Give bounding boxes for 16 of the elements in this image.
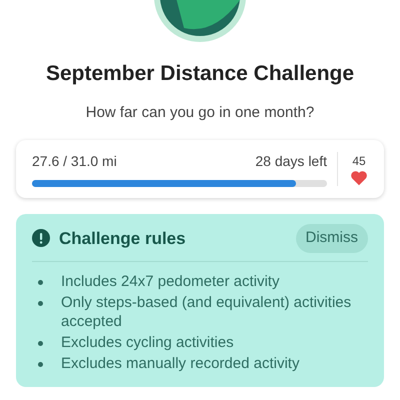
challenge-subtitle: How far can you go in one month? — [86, 102, 314, 122]
rules-title: Challenge rules — [59, 228, 187, 250]
like-count: 45 — [352, 153, 366, 170]
heart-icon[interactable] — [350, 170, 368, 186]
bullet-icon — [38, 340, 43, 346]
alert-icon — [32, 229, 50, 248]
rule-item: Excludes manually recorded activity — [61, 354, 300, 372]
challenge-title: September Distance Challenge — [46, 61, 354, 87]
rule-item: Includes 24x7 pedometer activity — [61, 272, 280, 290]
bullet-icon — [38, 362, 43, 366]
bullet-icon — [38, 280, 43, 284]
rule-item: Excludes cycling activities — [61, 332, 234, 352]
bullet-icon — [38, 300, 43, 306]
days-left: 28 days left — [255, 152, 327, 171]
rule-item: Only steps-based (and equivalent) activities accepted — [61, 292, 352, 330]
dismiss-button[interactable]: Dismiss — [296, 224, 368, 252]
